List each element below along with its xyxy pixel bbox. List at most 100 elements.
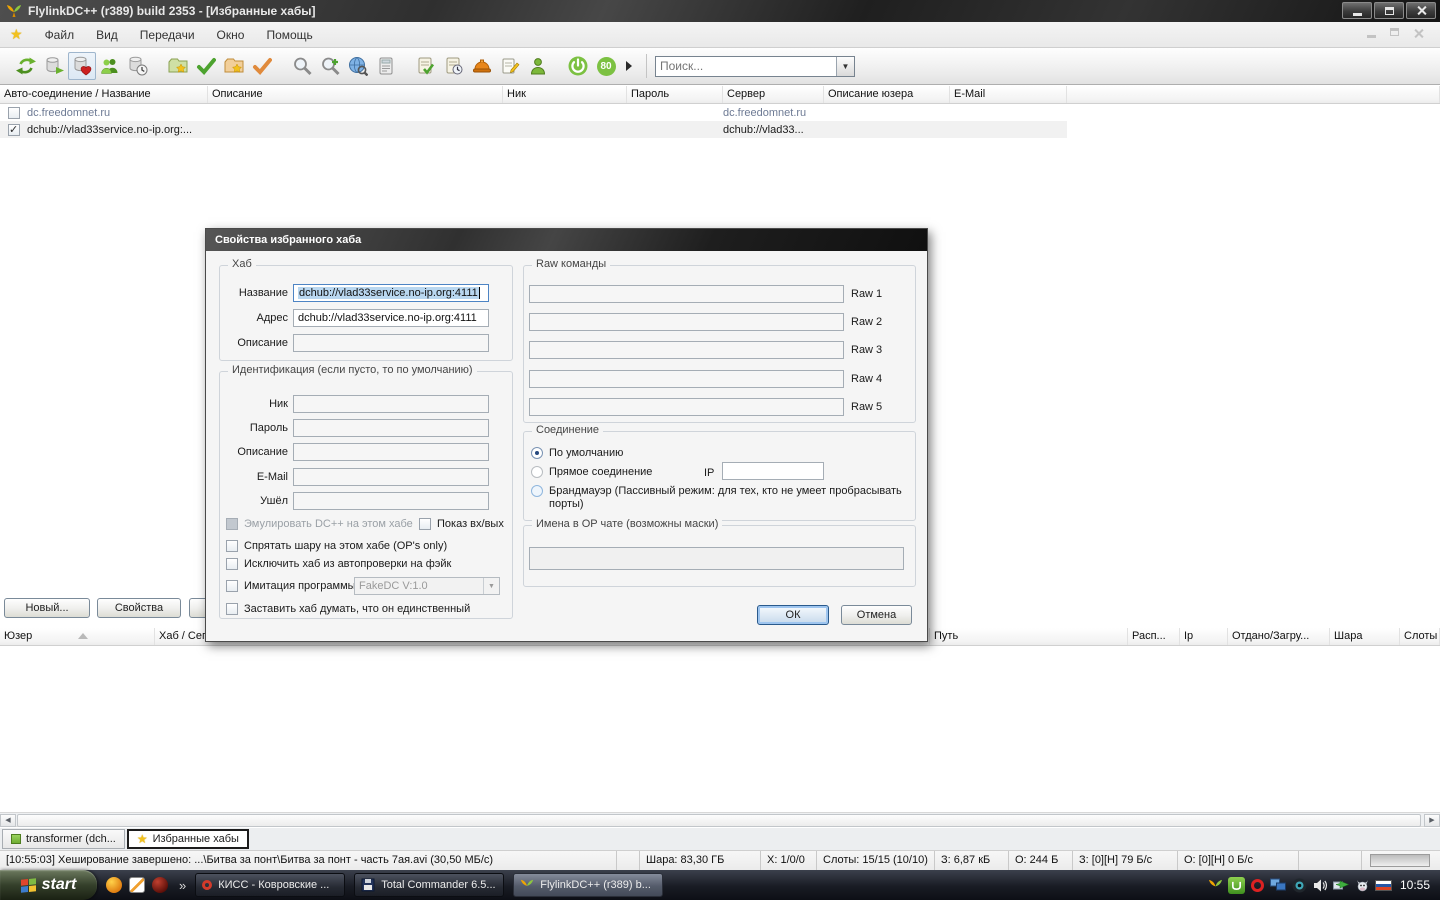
user-description-input[interactable] xyxy=(293,443,489,461)
menu-help[interactable]: Помощь xyxy=(266,28,312,42)
exclusive-hub-checkbox[interactable]: Заставить хаб думать, что он единственны… xyxy=(226,603,506,615)
power-icon[interactable] xyxy=(564,52,592,80)
notepad-clock-icon[interactable] xyxy=(440,52,468,80)
follow-redirect-icon[interactable] xyxy=(40,52,68,80)
hub-autoconnect-checkbox[interactable] xyxy=(8,107,20,119)
fake-client-combobox[interactable]: FakeDC V:1.0 ▼ xyxy=(354,577,500,595)
connection-default-radio[interactable]: По умолчанию xyxy=(531,447,623,459)
new-hub-button[interactable]: Новый... xyxy=(4,598,90,618)
menu-view[interactable]: Вид xyxy=(96,28,118,42)
restore-button[interactable] xyxy=(1374,2,1404,19)
menu-file[interactable]: Файл xyxy=(45,28,75,42)
ip-input[interactable] xyxy=(722,462,824,480)
utorrent-icon[interactable] xyxy=(1228,877,1245,894)
raw2-input[interactable] xyxy=(529,313,844,331)
favorite-hubs-icon[interactable] xyxy=(68,52,96,80)
col-location[interactable]: Расп... xyxy=(1128,628,1180,645)
hub-name-input[interactable]: dchub://vlad33service.no-ip.org:4111 xyxy=(293,284,489,302)
search-icon[interactable] xyxy=(288,52,316,80)
menu-window[interactable]: Окно xyxy=(217,28,245,42)
col-user[interactable]: Юзер xyxy=(0,628,155,645)
cow-icon[interactable] xyxy=(1354,877,1371,894)
russian-flag-icon[interactable] xyxy=(1375,880,1392,891)
connection-direct-radio[interactable]: Прямое соединение xyxy=(531,466,652,478)
tab-favorite-hubs[interactable]: ★ Избранные хабы xyxy=(127,829,249,849)
scroll-right-icon[interactable]: ▶ xyxy=(1424,814,1440,827)
eye-icon[interactable] xyxy=(1291,877,1308,894)
hub-row[interactable]: dc.freedomnet.ru dc.freedomnet.ru xyxy=(0,104,1067,121)
favorite-users-icon[interactable] xyxy=(96,52,124,80)
hub-description-input[interactable] xyxy=(293,334,489,352)
col-slots[interactable]: Слоты xyxy=(1400,628,1440,645)
download-queue-icon[interactable] xyxy=(164,52,192,80)
hub-user-icon[interactable] xyxy=(524,52,552,80)
exclude-fake-check-checkbox[interactable]: Исключить хаб из автопроверки на фэйк xyxy=(226,558,506,570)
search-input[interactable] xyxy=(656,59,836,73)
hub-autoconnect-checkbox[interactable] xyxy=(8,124,20,136)
window-title-bar[interactable]: FlylinkDC++ (r389) build 2353 - [Избранн… xyxy=(0,0,1440,22)
finished-uploads-icon[interactable] xyxy=(248,52,276,80)
raw4-input[interactable] xyxy=(529,370,844,388)
menu-transfers[interactable]: Передачи xyxy=(140,28,195,42)
taskbar-button-total-commander[interactable]: Total Commander 6.5... xyxy=(354,873,504,897)
client-emulation-checkbox[interactable]: Имитация программы xyxy=(226,580,356,592)
scroll-left-icon[interactable]: ◀ xyxy=(0,814,16,827)
red-ball-icon[interactable] xyxy=(152,877,168,893)
away-input[interactable] xyxy=(293,492,489,510)
col-user-description[interactable]: Описание юзера xyxy=(824,86,950,103)
helmet-icon[interactable] xyxy=(468,52,496,80)
hub-row[interactable]: dchub://vlad33service.no-ip.org:... dchu… xyxy=(0,121,1067,138)
col-email[interactable]: E-Mail xyxy=(950,86,1067,103)
hide-share-checkbox[interactable]: Спрятать шару на этом хабе (OP's only) xyxy=(226,540,506,552)
op-chat-names-input[interactable] xyxy=(529,547,904,570)
opera-icon[interactable] xyxy=(1249,877,1266,894)
col-description[interactable]: Описание xyxy=(208,86,503,103)
emulate-dcpp-checkbox[interactable]: Эмулировать DC++ на этом хабе xyxy=(226,518,416,530)
horizontal-scrollbar[interactable]: ◀ ▶ xyxy=(0,812,1440,827)
hub-address-input[interactable] xyxy=(293,309,489,327)
scrollbar-thumb[interactable] xyxy=(17,814,1421,827)
col-nick[interactable]: Ник xyxy=(503,86,627,103)
notepad-check-icon[interactable] xyxy=(412,52,440,80)
adl-search-icon[interactable] xyxy=(316,52,344,80)
hub-properties-button[interactable]: Свойства xyxy=(97,598,181,618)
raw3-input[interactable] xyxy=(529,341,844,359)
minimize-button[interactable] xyxy=(1342,2,1372,19)
quick-launch-overflow-icon[interactable]: » xyxy=(179,878,186,893)
col-ip[interactable]: Ip xyxy=(1180,628,1228,645)
taskbar-button-flylinkdc[interactable]: FlylinkDC++ (r389) b... xyxy=(513,873,663,897)
col-path[interactable]: Путь xyxy=(930,628,1128,645)
show-joins-checkbox[interactable]: Показ вх/вых xyxy=(419,518,511,530)
flylink-tray-icon[interactable] xyxy=(1207,877,1224,894)
start-button[interactable]: start xyxy=(0,870,97,900)
open-filelist-icon[interactable] xyxy=(372,52,400,80)
col-server[interactable]: Сервер xyxy=(723,86,824,103)
notepad-pencil-icon[interactable] xyxy=(496,52,524,80)
search-combobox[interactable]: ▼ xyxy=(655,56,855,77)
col-ratio[interactable]: Отдано/Загру... xyxy=(1228,628,1330,645)
waiting-users-icon[interactable] xyxy=(220,52,248,80)
ok-button[interactable]: ОК xyxy=(757,605,829,625)
taskbar-button-kiss[interactable]: КИСС - Ковровские ... xyxy=(195,873,345,897)
orange-ball-icon[interactable] xyxy=(106,877,122,893)
tab-hub-transformer[interactable]: transformer (dch... xyxy=(2,829,125,849)
speaker-icon[interactable] xyxy=(1312,877,1329,894)
col-autoconnect-name[interactable]: Авто-соединение / Название xyxy=(0,86,208,103)
connection-firewall-radio[interactable]: Брандмауэр (Пассивный режим: для тех, кт… xyxy=(531,485,909,511)
search-dropdown-icon[interactable]: ▼ xyxy=(836,57,854,76)
reconnect-icon[interactable] xyxy=(12,52,40,80)
mail-forward-icon[interactable] xyxy=(1333,877,1350,894)
search-spy-icon[interactable] xyxy=(344,52,372,80)
network-monitor-icon[interactable] xyxy=(1270,877,1287,894)
password-input[interactable] xyxy=(293,419,489,437)
letter-z-icon[interactable] xyxy=(129,877,145,893)
col-share[interactable]: Шара xyxy=(1330,628,1400,645)
nick-input[interactable] xyxy=(293,395,489,413)
email-input[interactable] xyxy=(293,468,489,486)
dialog-title-bar[interactable]: Свойства избранного хаба xyxy=(206,229,927,251)
cancel-button[interactable]: Отмена xyxy=(841,605,912,625)
col-password[interactable]: Пароль xyxy=(627,86,723,103)
port-80-icon[interactable]: 80 xyxy=(592,52,620,80)
raw5-input[interactable] xyxy=(529,398,844,416)
toolbar-overflow-icon[interactable] xyxy=(626,61,632,71)
